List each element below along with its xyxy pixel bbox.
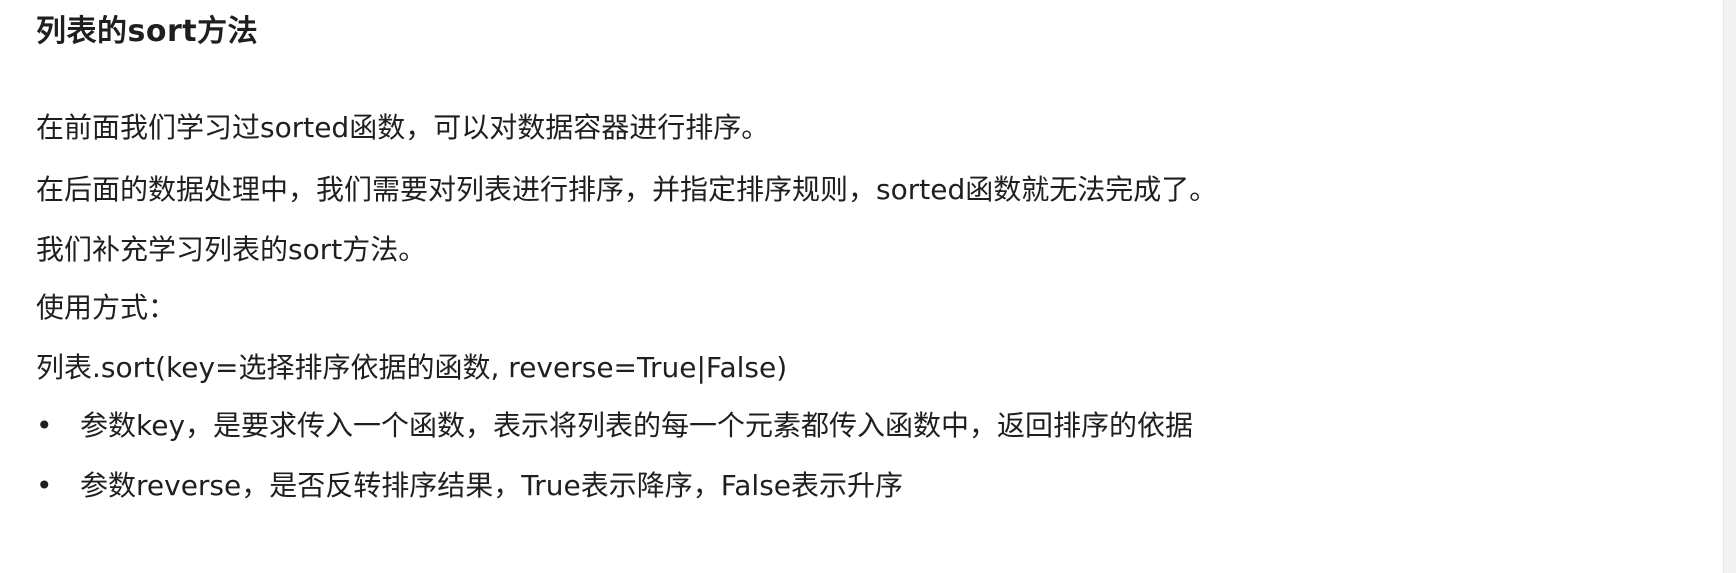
paragraph-motivation: 在后面的数据处理中，我们需要对列表进行排序，并指定排序规则，sorted函数就无… xyxy=(36,173,1218,206)
page-title: 列表的sort方法 xyxy=(36,14,259,49)
bullet-text-key: 参数key，是要求传入一个函数，表示将列表的每一个元素都传入函数中，返回排序的依… xyxy=(80,409,1194,442)
bullet-icon: • xyxy=(36,409,53,442)
paragraph-usage-heading: 使用方式： xyxy=(36,291,177,324)
list-item-reverse: • 参数reverse，是否反转排序结果，True表示降序，False表示升序 xyxy=(36,466,903,506)
vertical-scrollbar[interactable] xyxy=(1723,0,1736,573)
paragraph-sort-method: 我们补充学习列表的sort方法。 xyxy=(36,233,427,266)
bullet-text-reverse: 参数reverse，是否反转排序结果，True表示降序，False表示升序 xyxy=(80,469,904,502)
bullet-icon: • xyxy=(36,469,53,502)
usage-syntax: 列表.sort(key=选择排序依据的函数, reverse=True|Fals… xyxy=(36,351,788,384)
paragraph-intro: 在前面我们学习过sorted函数，可以对数据容器进行排序。 xyxy=(36,111,770,144)
list-item-key: • 参数key，是要求传入一个函数，表示将列表的每一个元素都传入函数中，返回排序的… xyxy=(36,406,1193,446)
